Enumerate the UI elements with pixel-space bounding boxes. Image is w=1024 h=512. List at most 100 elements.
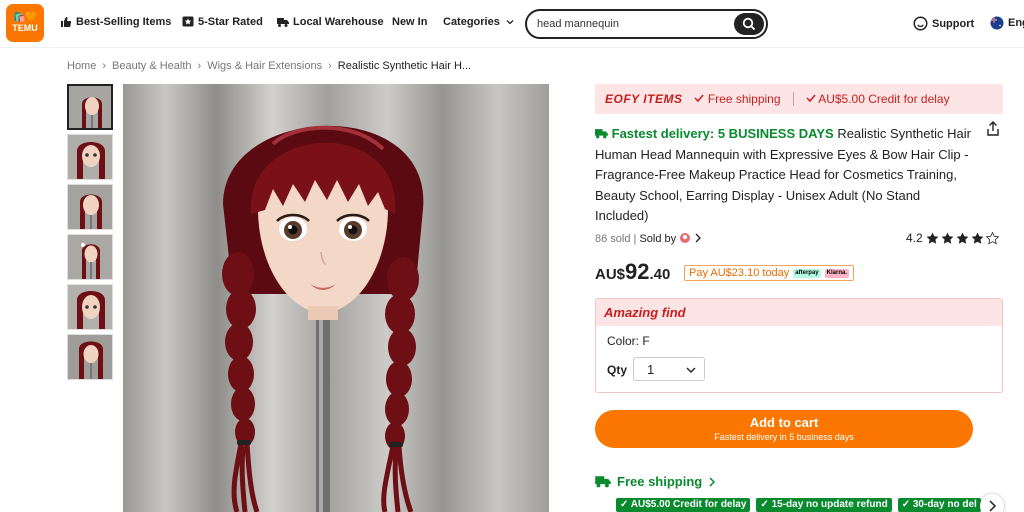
- breadcrumb-beauty[interactable]: Beauty & Health: [112, 60, 192, 72]
- promo-credit: AU$5.00 Credit for delay: [806, 92, 950, 106]
- price-currency: AU$: [595, 266, 626, 283]
- price: AU$92.40: [595, 259, 670, 285]
- qty-label: Qty: [607, 363, 628, 377]
- chip-label: 30-day no del: [912, 499, 977, 510]
- promo-divider: [792, 92, 794, 106]
- nav-label: 5-Star Rated: [198, 16, 263, 28]
- free-shipping-label: Free shipping: [617, 474, 703, 489]
- nav-label: Local Warehouse: [293, 16, 384, 28]
- price-decimal: .40: [649, 266, 671, 283]
- chevron-right-icon: [695, 233, 702, 243]
- promo-free-shipping: Free shipping: [694, 92, 781, 106]
- thumbnail-2[interactable]: [67, 134, 113, 180]
- nav-best-selling[interactable]: Best-Selling Items: [60, 16, 171, 28]
- top-bar: 🛍️🧡 TEMU Best-Selling Items 5-Star Rated…: [0, 0, 1024, 48]
- shipping-chip: ✓ 15-day no update refund: [756, 498, 892, 512]
- promo-item-label: AU$5.00 Credit for delay: [818, 92, 950, 106]
- chevron-right-icon: [989, 500, 997, 512]
- thumbnail-1[interactable]: [67, 84, 113, 130]
- sold-by-label: Sold by: [639, 233, 677, 245]
- nav-new-in[interactable]: New In: [392, 16, 427, 28]
- chevron-down-icon: [686, 367, 696, 373]
- product-title: Fastest delivery: 5 BUSINESS DAYS Realis…: [595, 124, 973, 227]
- search-input[interactable]: head mannequin: [537, 18, 619, 30]
- truck-icon: [595, 129, 608, 139]
- thumbnail-6[interactable]: [67, 334, 113, 380]
- rating-stars: [926, 231, 999, 244]
- nav-label: Best-Selling Items: [76, 16, 172, 28]
- star-box-icon: [182, 16, 194, 27]
- seller-avatar-icon: [680, 233, 691, 243]
- nav-label: Categories: [443, 16, 500, 28]
- chips-next-button[interactable]: [980, 494, 1004, 512]
- klarna-badge: Klarna.: [824, 268, 849, 278]
- share-icon: [987, 121, 999, 136]
- nav-local-warehouse[interactable]: Local Warehouse: [277, 16, 384, 28]
- breadcrumb-sep: ›: [197, 60, 202, 72]
- rating-value: 4.2: [906, 231, 923, 245]
- promo-item-label: Free shipping: [707, 92, 781, 106]
- sold-info: 86 sold | Sold by: [595, 232, 702, 245]
- seller-link[interactable]: [679, 233, 702, 245]
- promo-brand: EOFY ITEMS: [605, 92, 683, 106]
- add-to-cart-label: Add to cart: [749, 415, 819, 430]
- thumbnail-4[interactable]: [67, 234, 113, 280]
- star-icon: [941, 232, 954, 244]
- au-flag-icon: [990, 16, 1004, 30]
- nav-label: Eng: [1008, 17, 1024, 29]
- chevron-right-icon: [709, 476, 716, 487]
- thumbnail-3[interactable]: [67, 184, 113, 230]
- nav-support[interactable]: Support: [913, 16, 974, 31]
- star-icon: [985, 231, 999, 244]
- star-icon: [926, 232, 939, 244]
- add-to-cart-button[interactable]: Add to cart Fastest delivery in 5 busine…: [595, 410, 973, 448]
- check-icon: [806, 94, 816, 103]
- shipping-chips: ✓ AU$5.00 Credit for delay ✓ 15-day no u…: [616, 498, 981, 512]
- truck-icon: [595, 476, 611, 488]
- free-shipping-link[interactable]: Free shipping: [595, 474, 716, 489]
- thumbs-up-icon: [61, 17, 72, 27]
- nav-five-star[interactable]: 5-Star Rated: [182, 16, 263, 28]
- thumbnail-image: [68, 185, 112, 229]
- promo-banner[interactable]: EOFY ITEMS Free shipping AU$5.00 Credit …: [595, 84, 1003, 114]
- search-button[interactable]: [734, 13, 764, 35]
- price-whole: 92: [625, 259, 650, 284]
- check-icon: [694, 94, 705, 103]
- afterpay-badge: afterpay: [793, 268, 821, 278]
- product-main-image[interactable]: [123, 84, 549, 512]
- chip-label: 15-day no update refund: [771, 499, 888, 510]
- star-icon: [971, 232, 984, 244]
- thumbnail-image: [69, 86, 111, 128]
- breadcrumb-current: Realistic Synthetic Hair H...: [337, 60, 472, 72]
- shipping-chip: ✓ AU$5.00 Credit for delay: [616, 498, 751, 512]
- pay-later-label: Pay AU$23.10 today: [689, 267, 790, 279]
- thumbnail-image: [68, 235, 112, 279]
- nav-language[interactable]: Eng: [990, 16, 1024, 30]
- search-bar: head mannequin: [525, 9, 768, 39]
- rating[interactable]: 4.2: [906, 231, 1002, 245]
- support-icon: [913, 16, 928, 31]
- mannequin-head-illustration: [222, 125, 424, 512]
- logo-mark: 🛍️🧡: [13, 12, 37, 23]
- pay-later-info[interactable]: Pay AU$23.10 today afterpay Klarna.: [684, 265, 854, 281]
- share-button[interactable]: [985, 121, 1001, 142]
- nav-categories[interactable]: Categories: [443, 16, 516, 28]
- breadcrumb-home[interactable]: Home: [67, 60, 96, 72]
- logo-text: TEMU: [12, 23, 38, 33]
- quantity-select[interactable]: 1: [633, 357, 705, 381]
- thumbnail-image: [68, 135, 112, 179]
- options-box: Amazing find Color: F Qty 1: [595, 298, 1003, 393]
- color-selection: Color: F: [607, 334, 650, 348]
- qty-value: 1: [647, 362, 655, 377]
- chevron-down-icon: [506, 20, 514, 25]
- thumbnail-image: [68, 285, 112, 329]
- options-header: Amazing find: [596, 299, 1002, 326]
- search-icon: [742, 17, 756, 31]
- sold-count: 86 sold: [595, 233, 631, 245]
- breadcrumb-wigs[interactable]: Wigs & Hair Extensions: [207, 60, 322, 72]
- temu-logo[interactable]: 🛍️🧡 TEMU: [6, 4, 44, 42]
- add-to-cart-sub: Fastest delivery in 5 business days: [714, 432, 854, 442]
- breadcrumb-sep: ›: [102, 60, 107, 72]
- star-icon: [956, 232, 969, 244]
- thumbnail-5[interactable]: [67, 284, 113, 330]
